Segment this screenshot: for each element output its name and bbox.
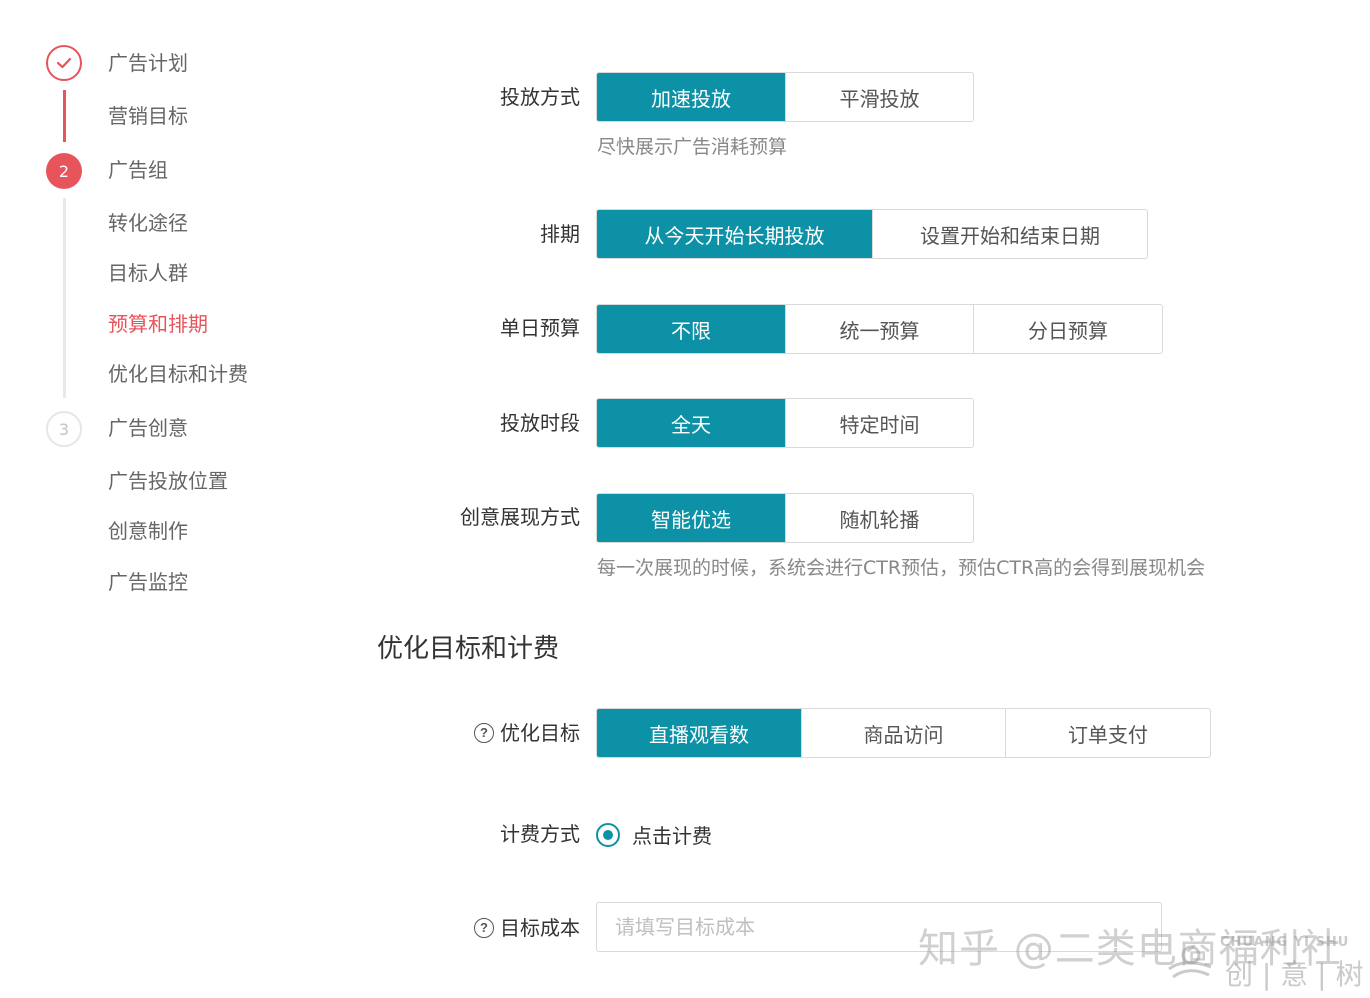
target-cost-label-text: 目标成本 bbox=[500, 916, 580, 940]
sidebar-item-marketing-goal[interactable]: 营销目标 bbox=[108, 102, 188, 130]
delivery-method-segmented: 加速投放 平滑投放 bbox=[596, 72, 974, 122]
optimization-goal-segmented: 直播观看数 商品访问 订单支付 bbox=[596, 708, 1211, 758]
step-progress-line-pending bbox=[63, 198, 66, 398]
sidebar-item-ad-plan[interactable]: 广告计划 bbox=[108, 49, 188, 77]
option-smooth-delivery[interactable]: 平滑投放 bbox=[785, 73, 973, 121]
schedule-label: 排期 bbox=[540, 220, 580, 248]
check-icon bbox=[56, 57, 72, 69]
radio-checked-icon[interactable] bbox=[596, 822, 620, 847]
daily-budget-label-text: 单日预算 bbox=[500, 316, 580, 340]
option-smart-selection[interactable]: 智能优选 bbox=[597, 494, 785, 542]
target-cost-label: ? 目标成本 bbox=[474, 914, 580, 942]
question-circle-icon[interactable]: ? bbox=[474, 918, 494, 938]
option-set-start-end-date[interactable]: 设置开始和结束日期 bbox=[872, 210, 1147, 258]
optimization-goal-label-text: 优化目标 bbox=[500, 721, 580, 745]
option-uniform-budget[interactable]: 统一预算 bbox=[785, 305, 973, 353]
option-product-visits[interactable]: 商品访问 bbox=[801, 709, 1005, 757]
watermark-logo-cn: 创 | 意 | 树 bbox=[1225, 958, 1364, 991]
billing-method-label-text: 计费方式 bbox=[500, 822, 580, 846]
step-progress-line-done bbox=[63, 90, 66, 142]
chuangyishu-watermark-logo: CHUANG YI SHU 创 | 意 | 树 bbox=[1165, 935, 1364, 991]
daily-budget-segmented: 不限 统一预算 分日预算 bbox=[596, 304, 1163, 354]
billing-cpc-label: 点击计费 bbox=[632, 824, 712, 848]
creative-display-hint: 每一次展现的时候，系统会进行CTR预估，预估CTR高的会得到展现机会 bbox=[597, 557, 1206, 579]
schedule-label-text: 排期 bbox=[540, 222, 580, 246]
delivery-method-hint: 尽快展示广告消耗预算 bbox=[597, 136, 788, 158]
option-unlimited[interactable]: 不限 bbox=[597, 305, 785, 353]
optimization-goal-label: ? 优化目标 bbox=[474, 719, 580, 747]
delivery-method-label: 投放方式 bbox=[500, 83, 580, 111]
billing-cpc-radio[interactable]: 点击计费 bbox=[596, 820, 712, 849]
radio-dot bbox=[603, 829, 613, 840]
sidebar-item-audience[interactable]: 目标人群 bbox=[108, 259, 188, 287]
section-title: 优化目标和计费 bbox=[377, 634, 560, 664]
option-live-views[interactable]: 直播观看数 bbox=[597, 709, 801, 757]
step-1-check-icon bbox=[46, 45, 82, 81]
sidebar-item-monitoring[interactable]: 广告监控 bbox=[108, 568, 188, 596]
sidebar-item-creative-make[interactable]: 创意制作 bbox=[108, 517, 188, 545]
step-3-badge: 3 bbox=[46, 411, 82, 447]
delivery-method-label-text: 投放方式 bbox=[500, 85, 580, 109]
time-slot-segmented: 全天 特定时间 bbox=[596, 398, 974, 448]
creative-display-segmented: 智能优选 随机轮播 bbox=[596, 493, 974, 543]
tree-logo-icon bbox=[1168, 945, 1212, 979]
step-2-badge: 2 bbox=[46, 153, 82, 189]
creative-display-label-text: 创意展现方式 bbox=[460, 505, 580, 529]
schedule-segmented: 从今天开始长期投放 设置开始和结束日期 bbox=[596, 209, 1148, 259]
sidebar-item-ad-group[interactable]: 广告组 bbox=[108, 156, 168, 184]
daily-budget-label: 单日预算 bbox=[500, 314, 580, 342]
sidebar-item-optimization[interactable]: 优化目标和计费 bbox=[108, 360, 248, 388]
option-long-term-from-today[interactable]: 从今天开始长期投放 bbox=[597, 210, 872, 258]
watermark-logo-en: CHUANG YI SHU bbox=[1220, 935, 1350, 950]
option-order-payment[interactable]: 订单支付 bbox=[1005, 709, 1210, 757]
sidebar-item-placement[interactable]: 广告投放位置 bbox=[108, 467, 228, 495]
option-random-rotation[interactable]: 随机轮播 bbox=[785, 494, 973, 542]
question-circle-icon[interactable]: ? bbox=[474, 723, 494, 743]
time-slot-label: 投放时段 bbox=[500, 409, 580, 437]
sidebar-item-ad-creative[interactable]: 广告创意 bbox=[108, 414, 188, 442]
option-accelerated-delivery[interactable]: 加速投放 bbox=[597, 73, 785, 121]
sidebar-item-conversion[interactable]: 转化途径 bbox=[108, 209, 188, 237]
sidebar-item-budget-schedule[interactable]: 预算和排期 bbox=[108, 310, 208, 338]
option-all-day[interactable]: 全天 bbox=[597, 399, 785, 447]
option-per-day-budget[interactable]: 分日预算 bbox=[973, 305, 1162, 353]
option-specific-time[interactable]: 特定时间 bbox=[785, 399, 973, 447]
creative-display-label: 创意展现方式 bbox=[460, 503, 580, 531]
billing-method-label: 计费方式 bbox=[500, 820, 580, 848]
time-slot-label-text: 投放时段 bbox=[500, 411, 580, 435]
